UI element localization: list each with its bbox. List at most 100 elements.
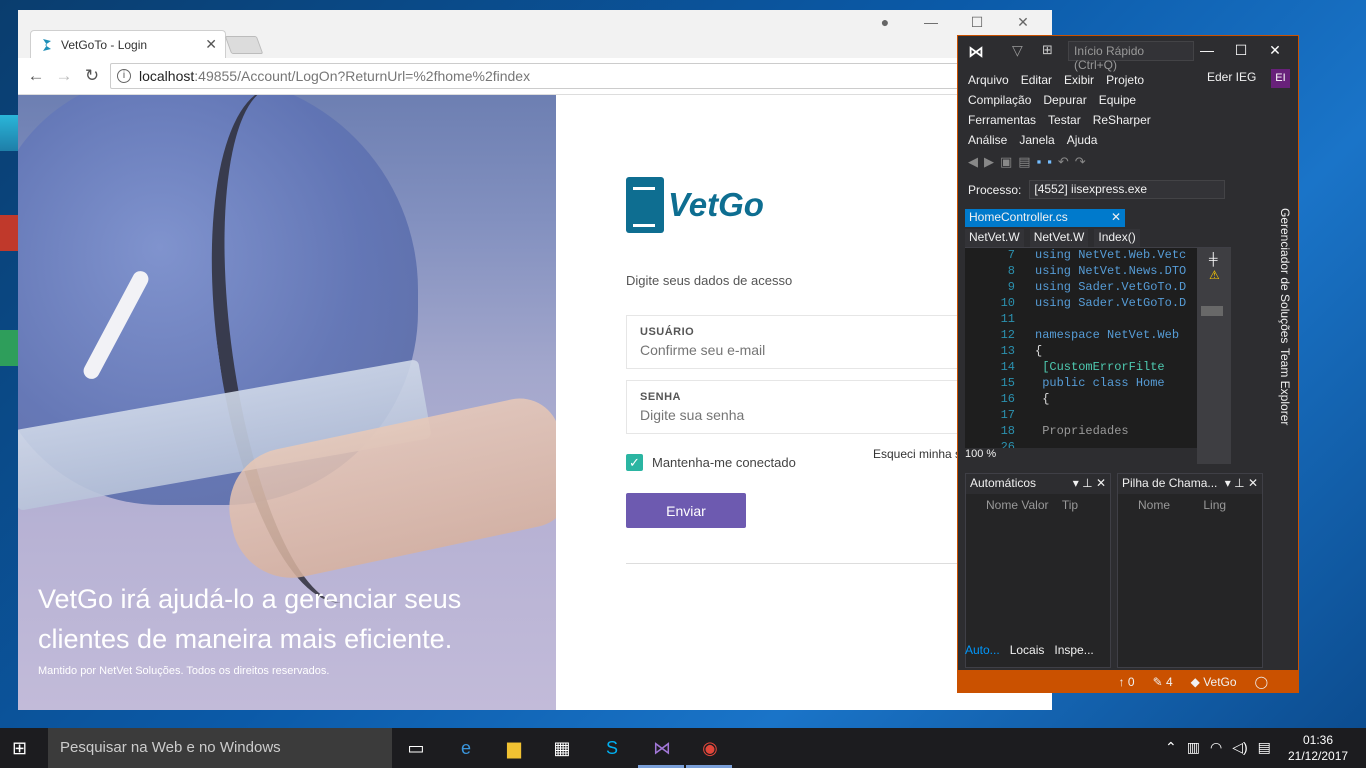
network-icon[interactable]: ▥ <box>1187 739 1200 756</box>
menu-exibir[interactable]: Exibir <box>1064 70 1094 90</box>
split-icon[interactable]: ╪ <box>1209 252 1218 266</box>
desktop-icon[interactable] <box>0 115 18 151</box>
clock-time: 01:36 <box>1302 733 1334 747</box>
vs-titlebar: ⋈ ▽ ⊞ Início Rápido (Ctrl+Q) — ☐ ✕ <box>958 36 1298 72</box>
editor-scrollbar[interactable]: ╪ ⚠ <box>1197 248 1231 464</box>
windows-start-icon[interactable]: ⊞ <box>12 738 34 758</box>
code-line: 26 <box>1000 440 1015 448</box>
scroll-thumb[interactable] <box>1201 306 1223 316</box>
desktop-icon[interactable] <box>0 330 18 366</box>
visual-studio-icon[interactable]: ⋈ <box>650 736 674 760</box>
task-view-icon[interactable]: ▭ <box>404 736 428 760</box>
edge-icon[interactable]: e <box>454 736 478 760</box>
menu-depurar[interactable]: Depurar <box>1043 90 1086 110</box>
close-icon[interactable]: ✕ <box>1000 14 1046 31</box>
forward-icon[interactable]: → <box>54 66 74 86</box>
feedback-icon[interactable]: ▽ <box>1012 42 1023 59</box>
hero-footer: Mantido por NetVet Soluções. Todos os di… <box>38 665 330 677</box>
code-line: 14 [CustomErrorFilte <box>1000 360 1165 374</box>
address-bar[interactable]: i localhost:49855/Account/LogOn?ReturnUr… <box>110 63 1052 89</box>
action-center-icon[interactable]: ▤ <box>1258 739 1271 756</box>
avatar[interactable]: EI <box>1271 69 1290 88</box>
minimize-icon[interactable]: — <box>908 14 954 31</box>
menu-resharper[interactable]: ReSharper <box>1093 110 1151 130</box>
redo-icon[interactable]: ↷ <box>1075 154 1092 169</box>
desktop-icon[interactable] <box>0 215 18 251</box>
member-dropdown[interactable]: Index() <box>1094 229 1140 247</box>
reload-icon[interactable]: ↻ <box>82 66 102 86</box>
live-share-icon[interactable]: ⊞ <box>1042 42 1053 58</box>
save-all-icon[interactable]: ▪ <box>1047 154 1058 169</box>
taskbar-search[interactable]: Pesquisar na Web e no Windows <box>48 728 392 768</box>
close-tab-icon[interactable]: ✕ <box>205 36 217 53</box>
code-editor[interactable]: 7 using NetVet.Web.Vetc 8 using NetVet.New… <box>965 248 1197 448</box>
file-explorer-icon[interactable]: ▆ <box>502 736 526 760</box>
close-icon[interactable]: ✕ <box>1111 210 1121 226</box>
menu-editar[interactable]: Editar <box>1021 70 1052 90</box>
back-icon[interactable]: ◀ <box>968 154 984 169</box>
code-line: 8 using NetVet.News.DTO <box>1007 264 1187 278</box>
undo-icon[interactable]: ↶ <box>1058 154 1075 169</box>
forward-icon[interactable]: ▶ <box>984 154 1000 169</box>
pane-controls-icon[interactable]: ▾ ⊥ ✕ <box>1073 476 1106 492</box>
user-input[interactable] <box>640 342 940 358</box>
solution-explorer-tab[interactable]: Gerenciador de Soluções <box>1274 208 1292 343</box>
logo-text: VetGo <box>668 186 764 223</box>
remember-me[interactable]: ✓ Mantenha-me conectado <box>626 454 796 471</box>
process-dropdown[interactable]: [4552] iisexpress.exe <box>1029 180 1226 199</box>
tab-locais[interactable]: Locais <box>1010 643 1045 657</box>
type-dropdown[interactable]: NetVet.W <box>1029 229 1089 247</box>
notifications-icon[interactable]: ◯ <box>1255 675 1268 689</box>
menu-analise[interactable]: Análise <box>968 130 1007 150</box>
zoom-level[interactable]: 100 % <box>965 448 1197 464</box>
document-tab[interactable]: HomeController.cs ✕ <box>965 209 1125 227</box>
clock[interactable]: 01:36 21/12/2017 <box>1288 732 1348 764</box>
back-icon[interactable]: ← <box>26 66 46 86</box>
project-dropdown[interactable]: NetVet.W <box>965 229 1024 247</box>
menu-janela[interactable]: Janela <box>1019 130 1054 150</box>
menu-equipe[interactable]: Equipe <box>1099 90 1136 110</box>
open-icon[interactable]: ▤ <box>1018 154 1036 169</box>
save-icon[interactable]: ▪ <box>1037 154 1048 169</box>
code-line: 17 <box>1000 408 1015 422</box>
new-tab-button[interactable] <box>224 36 264 54</box>
menu-projeto[interactable]: Projeto <box>1106 70 1144 90</box>
chevron-up-icon[interactable]: ⌃ <box>1165 739 1177 756</box>
submit-button[interactable]: Enviar <box>626 493 746 528</box>
minimize-icon[interactable]: — <box>1190 42 1224 59</box>
push-count[interactable]: ↑ 0 <box>1119 675 1135 689</box>
pending-changes[interactable]: ✎ 4 <box>1153 675 1173 689</box>
maximize-icon[interactable]: ☐ <box>1224 42 1258 59</box>
menu-ferramentas[interactable]: Ferramentas <box>968 110 1036 130</box>
chrome-icon[interactable]: ◉ <box>698 736 722 760</box>
user-field[interactable]: USUÁRIO <box>626 315 966 369</box>
vs-user-name[interactable]: Eder IEG <box>1207 70 1256 84</box>
store-icon[interactable]: ▦ <box>550 736 574 760</box>
clock-date: 21/12/2017 <box>1288 749 1349 763</box>
pane-controls-icon[interactable]: ▾ ⊥ ✕ <box>1225 476 1258 492</box>
menu-compilacao[interactable]: Compilação <box>968 90 1031 110</box>
password-field[interactable]: SENHA <box>626 380 966 434</box>
profile-icon[interactable]: ● <box>862 14 908 31</box>
browser-tab[interactable]: VetGoTo - Login ✕ <box>30 30 226 58</box>
menu-ajuda[interactable]: Ajuda <box>1067 130 1098 150</box>
menu-testar[interactable]: Testar <box>1048 110 1081 130</box>
repo-name[interactable]: ◆ VetGo <box>1191 675 1237 689</box>
password-input[interactable] <box>640 407 940 423</box>
team-explorer-tab[interactable]: Team Explorer <box>1274 348 1292 425</box>
forgot-password-link[interactable]: Esqueci minha s <box>873 447 961 461</box>
remember-label: Mantenha-me conectado <box>652 455 796 470</box>
password-label: SENHA <box>640 391 682 403</box>
tab-inspecao[interactable]: Inspe... <box>1054 643 1093 657</box>
tab-autos[interactable]: Auto... <box>965 643 1000 657</box>
skype-icon[interactable]: S <box>600 736 624 760</box>
wifi-icon[interactable]: ◠ <box>1210 739 1222 756</box>
close-icon[interactable]: ✕ <box>1258 42 1292 59</box>
info-icon[interactable]: i <box>117 69 131 83</box>
new-project-icon[interactable]: ▣ <box>1000 154 1018 169</box>
volume-icon[interactable]: ◁) <box>1232 739 1247 756</box>
quick-launch-input[interactable]: Início Rápido (Ctrl+Q) <box>1068 41 1194 72</box>
checkbox-checked-icon[interactable]: ✓ <box>626 454 643 471</box>
menu-arquivo[interactable]: Arquivo <box>968 70 1009 90</box>
maximize-icon[interactable]: ☐ <box>954 14 1000 31</box>
